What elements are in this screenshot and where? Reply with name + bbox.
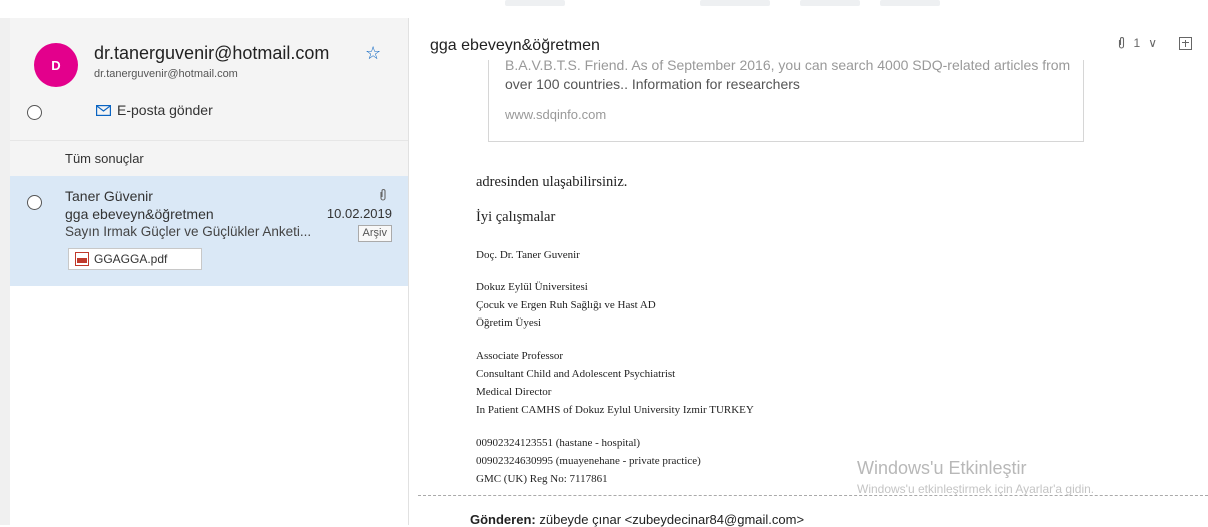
signature-line: Associate Professor (476, 350, 564, 362)
contact-email: dr.tanerguvenir@hotmail.com (94, 68, 238, 80)
activation-watermark-subtitle: Windows'u etkinleştirmek için Ayarlar'a … (857, 482, 1095, 496)
signature-line: Öğretim Üyesi (476, 317, 542, 329)
body-line: İyi çalışmalar (476, 209, 556, 225)
mail-list-item[interactable]: Taner Güvenir gga ebeveyn&öğretmen 10.02… (10, 176, 408, 286)
envelope-icon (96, 104, 111, 116)
pdf-icon (75, 252, 89, 266)
expand-icon[interactable] (1179, 36, 1192, 50)
signature-line: Consultant Child and Adolescent Psychiat… (476, 368, 676, 380)
signature-line: 00902324123551 (hastane - hospital) (476, 437, 641, 449)
paperclip-icon (380, 189, 386, 201)
signature-line: Dokuz Eylül Üniversitesi (476, 281, 588, 293)
toolbar-fragment (505, 0, 565, 6)
signature-line: Doç. Dr. Taner Guvenir (476, 249, 580, 261)
left-edge (0, 18, 10, 525)
signature-line: In Patient CAMHS of Dokuz Eylul Universi… (476, 404, 754, 416)
link-preview-card[interactable]: B.A.V.B.T.S. Friend. As of September 201… (488, 60, 1084, 142)
results-pane: D dr.tanerguvenir@hotmail.com ☆ dr.taner… (10, 18, 409, 525)
contact-card: D dr.tanerguvenir@hotmail.com ☆ dr.taner… (10, 18, 408, 140)
results-header: Tüm sonuçlar (10, 140, 408, 177)
message-body: B.A.V.B.T.S. Friend. As of September 201… (476, 60, 1126, 497)
star-icon[interactable]: ☆ (365, 43, 381, 64)
message-divider (418, 495, 1208, 496)
card-description-2: over 100 countries.. Information for res… (505, 76, 800, 92)
contact-select-radio[interactable] (27, 105, 42, 120)
attachment-name: GGAGGA.pdf (94, 252, 168, 266)
mail-date: 10.02.2019 (326, 206, 392, 221)
activation-watermark-title: Windows'u Etkinleştir (857, 458, 1027, 478)
reading-subject: gga ebeveyn&öğretmen (430, 37, 600, 54)
reading-pane: gga ebeveyn&öğretmen 1 ∨ B.A.V.B.T.S. Fr… (418, 18, 1208, 525)
top-toolbar-strip (0, 0, 1208, 10)
chevron-down-icon[interactable]: ∨ (1148, 36, 1157, 50)
signature-line: GMC (UK) Reg No: 7117861 (476, 473, 608, 485)
contact-name: dr.tanerguvenir@hotmail.com (94, 43, 330, 63)
signature-line: Çocuk ve Ergen Ruh Sağlığı ve Hast AD (476, 299, 656, 311)
toolbar-fragment (880, 0, 940, 6)
signature-line: Medical Director (476, 386, 552, 398)
toolbar-fragment (700, 0, 770, 6)
reading-toolbar: 1 ∨ (1117, 36, 1192, 50)
body-line: adresinden ulaşabilirsiniz. (476, 174, 628, 190)
send-email-label: E-posta gönder (117, 102, 213, 118)
attachment-count[interactable]: 1 (1134, 36, 1141, 50)
mail-preview: Sayın Irmak Güçler ve Güçlükler Anketi..… (65, 224, 312, 239)
avatar: D (34, 43, 78, 87)
results-header-label: Tüm sonuçlar (65, 151, 144, 166)
mail-subject: gga ebeveyn&öğretmen (65, 206, 214, 222)
attachment-chip[interactable]: GGAGGA.pdf (68, 248, 202, 270)
card-description: B.A.V.B.T.S. Friend. As of September 201… (505, 60, 1071, 73)
paperclip-icon (1118, 37, 1124, 49)
folder-badge[interactable]: Arşiv (357, 225, 392, 242)
mail-select-radio[interactable] (27, 195, 42, 210)
signature-line: 00902324630995 (muayenehane - private pr… (476, 455, 701, 467)
card-url[interactable]: www.sdqinfo.com (505, 107, 606, 122)
send-email-button[interactable]: E-posta gönder (96, 102, 213, 118)
mail-sender: Taner Güvenir (65, 188, 153, 204)
toolbar-fragment (800, 0, 860, 6)
